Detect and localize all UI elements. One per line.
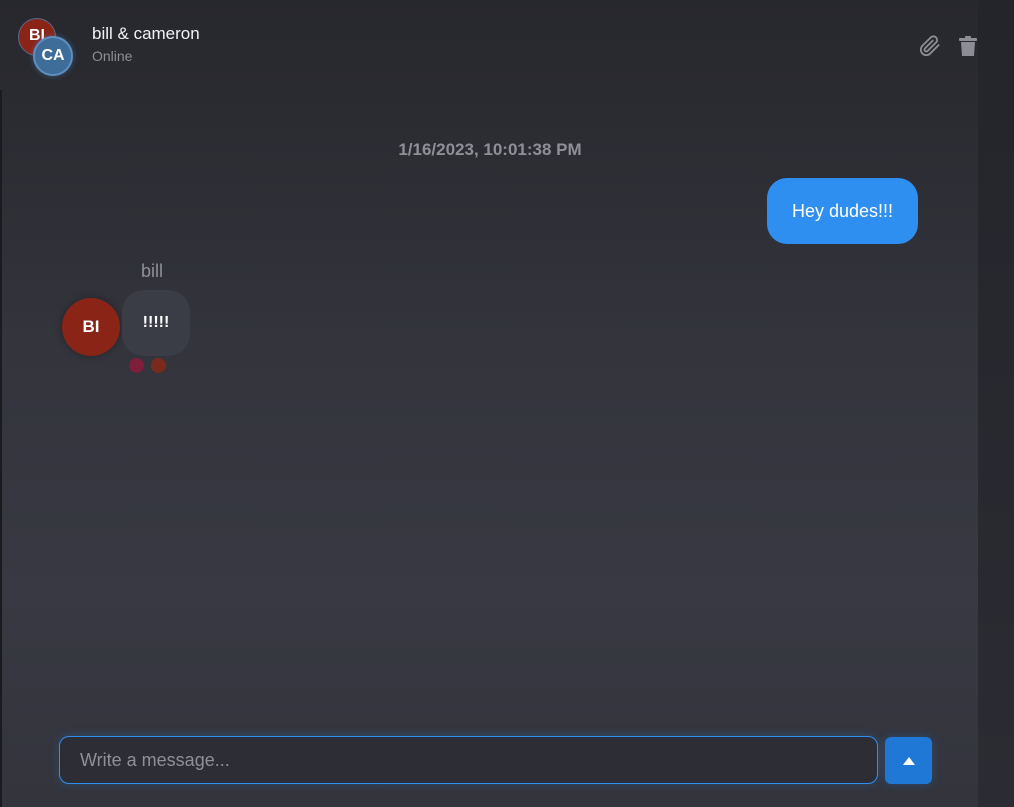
sender-name: bill	[141, 261, 164, 281]
chat-status: Online	[92, 48, 133, 64]
sender-avatar[interactable]: BI	[62, 298, 120, 356]
message-list[interactable]: 1/16/2023, 10:01:38 PM Hey dudes!!! bill…	[2, 90, 978, 807]
reaction-dot	[129, 358, 144, 373]
chat-header: BI CA bill & cameron Online	[0, 0, 978, 90]
attach-button[interactable]	[917, 33, 943, 59]
message-input[interactable]	[59, 736, 878, 784]
triangle-up-icon	[902, 756, 915, 765]
delete-chat-button[interactable]	[955, 33, 981, 59]
avatar-cameron: CA	[33, 36, 73, 76]
paperclip-icon	[919, 35, 940, 57]
trash-icon	[959, 36, 977, 56]
chat-title: bill & cameron	[92, 24, 200, 43]
group-avatar-stack[interactable]: BI CA	[18, 18, 76, 76]
outgoing-message-bubble[interactable]: Hey dudes!!!	[767, 178, 918, 244]
send-button[interactable]	[885, 737, 932, 784]
message-timestamp: 1/16/2023, 10:01:38 PM	[398, 140, 582, 159]
reaction-dot	[151, 358, 166, 373]
incoming-message-bubble[interactable]: !!!!!	[122, 290, 190, 356]
right-scroll-rail	[978, 0, 1014, 807]
chat-app: BI CA bill & cameron Online 1/16/2023, 1…	[0, 0, 1014, 807]
